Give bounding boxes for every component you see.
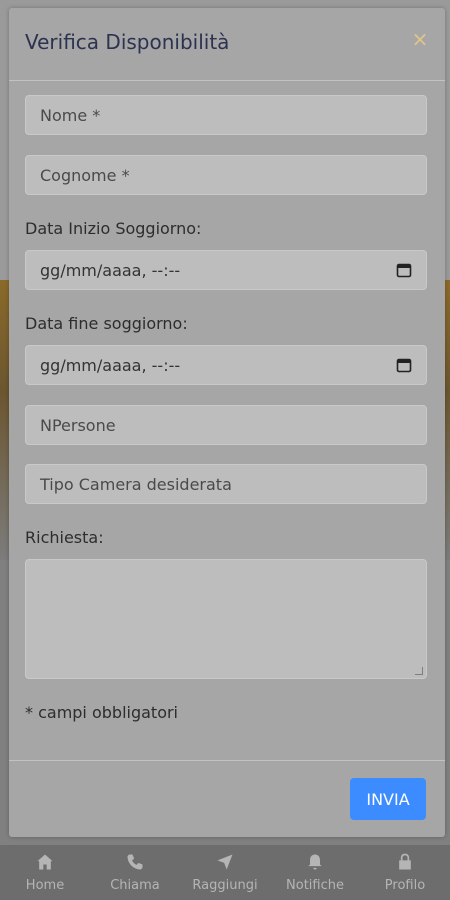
request-textarea[interactable]: [25, 559, 427, 679]
tab-notifications-label: Notifiche: [286, 878, 344, 893]
last-name-input[interactable]: Cognome *: [25, 155, 427, 195]
home-icon: [37, 854, 53, 870]
tab-call-label: Chiama: [110, 878, 160, 893]
calendar-icon[interactable]: [396, 262, 412, 278]
tab-notifications[interactable]: Notifiche: [270, 852, 360, 893]
required-fields-note: * campi obbligatori: [25, 703, 178, 722]
calendar-icon[interactable]: [396, 357, 412, 373]
close-icon[interactable]: ×: [411, 29, 429, 49]
lock-icon: [399, 853, 411, 870]
tab-reach-label: Raggiungi: [192, 878, 258, 893]
tab-home-label: Home: [25, 878, 65, 893]
tab-call[interactable]: Chiama: [90, 852, 180, 893]
last-name-placeholder: Cognome *: [40, 165, 130, 185]
room-type-input[interactable]: Tipo Camera desiderata: [25, 464, 427, 504]
bell-icon: [308, 854, 322, 870]
modal-header: Verifica Disponibilità ×: [9, 8, 445, 81]
modal-footer-divider: [9, 760, 445, 761]
tab-reach[interactable]: Raggiungi: [180, 852, 270, 893]
tab-home[interactable]: Home: [0, 852, 90, 893]
end-date-value: gg/mm/aaaa, --:--: [40, 355, 181, 375]
availability-modal: Verifica Disponibilità × Nome * Cognome …: [9, 8, 445, 837]
phone-icon: [127, 854, 143, 870]
navigation-icon: [217, 854, 233, 870]
modal-title: Verifica Disponibilità: [25, 30, 230, 54]
request-label: Richiesta:: [25, 528, 104, 547]
first-name-placeholder: Nome *: [40, 105, 101, 125]
start-date-value: gg/mm/aaaa, --:--: [40, 260, 181, 280]
room-type-placeholder: Tipo Camera desiderata: [40, 474, 232, 494]
end-date-input[interactable]: gg/mm/aaaa, --:--: [25, 345, 427, 385]
submit-button[interactable]: INVIA: [350, 778, 426, 820]
tab-profile[interactable]: Profilo: [360, 852, 450, 893]
tab-profile-label: Profilo: [384, 878, 426, 893]
resize-handle-icon[interactable]: [415, 667, 423, 675]
start-date-label: Data Inizio Soggiorno:: [25, 219, 202, 238]
bottom-tab-bar: Home Chiama Raggiungi Notifiche Profilo: [0, 845, 450, 900]
end-date-label: Data fine soggiorno:: [25, 314, 188, 333]
first-name-input[interactable]: Nome *: [25, 95, 427, 135]
people-input[interactable]: NPersone: [25, 405, 427, 445]
start-date-input[interactable]: gg/mm/aaaa, --:--: [25, 250, 427, 290]
people-placeholder: NPersone: [40, 415, 116, 435]
